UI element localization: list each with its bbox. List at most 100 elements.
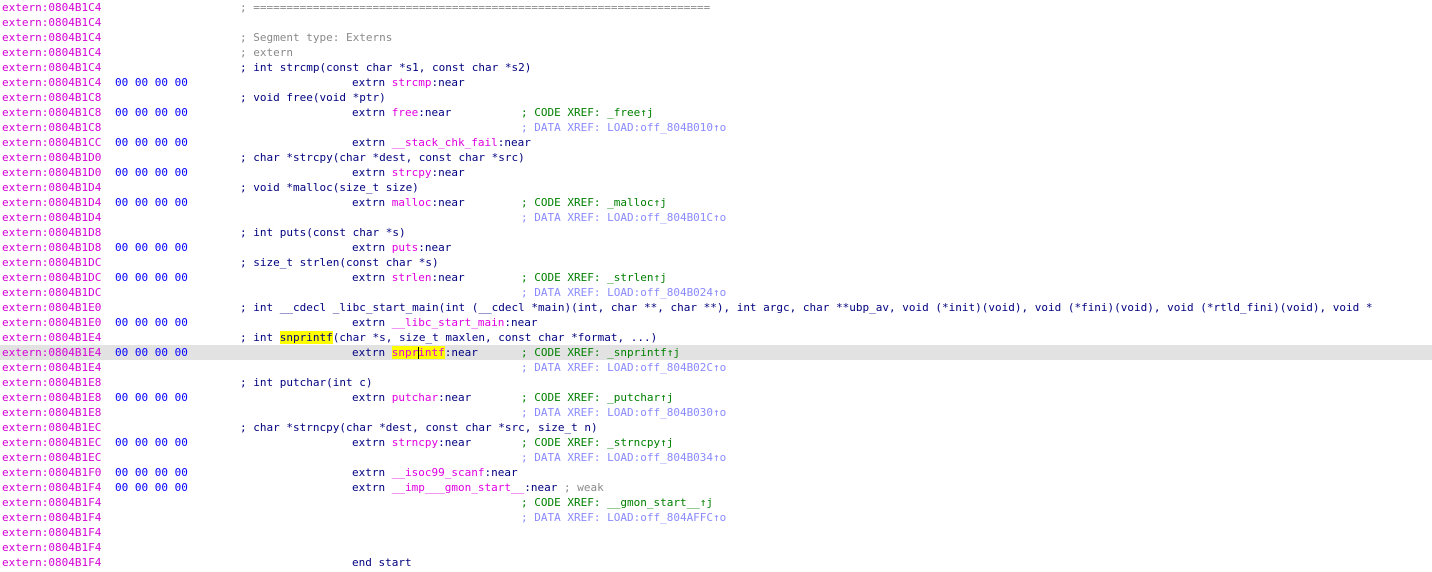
data-xref[interactable]: ; DATA XREF: LOAD:off_804B030↑o (521, 405, 726, 420)
data-xref[interactable]: ; DATA XREF: LOAD:off_804B02C↑o (521, 360, 726, 375)
declaration-strncpy: ; char *strncpy(char *dest, const char *… (240, 421, 598, 434)
listing-line[interactable]: extern:0804B1F4 (0, 525, 1432, 540)
listing-line[interactable]: extern:0804B1C4 (0, 15, 1432, 30)
listing-line[interactable]: extern:0804B1E0 00 00 00 00 extrn __libc… (0, 315, 1432, 330)
symbol-snprintf[interactable]: snprintf (391, 346, 445, 359)
listing-line[interactable]: extern:0804B1C4 ; int strcmp(const char … (0, 60, 1432, 75)
listing-line[interactable]: extern:0804B1C8 ; DATA XREF: LOAD:off_80… (0, 120, 1432, 135)
line-address: extern:0804B1F4 (2, 496, 102, 509)
line-bytes: 00 00 00 00 (115, 481, 188, 494)
symbol-libc-start-main[interactable]: __libc_start_main (392, 316, 505, 329)
listing-line[interactable]: extern:0804B1F4 00 00 00 00 extrn __imp_… (0, 480, 1432, 495)
listing-line[interactable]: extern:0804B1EC 00 00 00 00 extrn strncp… (0, 435, 1432, 450)
listing-line[interactable]: extern:0804B1CC 00 00 00 00 extrn __stac… (0, 135, 1432, 150)
listing-line[interactable]: extern:0804B1E4 ; int snprintf(char *s, … (0, 330, 1432, 345)
symbol-gmon-start[interactable]: __imp___gmon_start__ (392, 481, 524, 494)
listing-line[interactable]: extern:0804B1F4 ; DATA XREF: LOAD:off_80… (0, 510, 1432, 525)
symbol-malloc[interactable]: malloc (392, 196, 432, 209)
line-address: extern:0804B1D0 (2, 166, 102, 179)
listing-line[interactable]: extern:0804B1DC ; size_t strlen(const ch… (0, 255, 1432, 270)
highlighted-snprintf[interactable]: snprintf (279, 331, 333, 344)
listing-line[interactable]: extern:0804B1E0 ; int __cdecl _libc_star… (0, 300, 1432, 315)
listing-line[interactable]: extern:0804B1C4 ; ======================… (0, 0, 1432, 15)
declaration-strcmp: ; int strcmp(const char *s1, const char … (240, 61, 532, 74)
line-bytes: 00 00 00 00 (115, 436, 188, 449)
data-xref[interactable]: ; DATA XREF: LOAD:off_804B034↑o (521, 450, 726, 465)
listing-line[interactable]: extern:0804B1F4 (0, 540, 1432, 555)
listing-line[interactable]: extern:0804B1F4 end start (0, 555, 1432, 570)
listing-line[interactable]: extern:0804B1D0 ; char *strcpy(char *des… (0, 150, 1432, 165)
line-bytes: 00 00 00 00 (115, 241, 188, 254)
separator-comment: ; ======================================… (240, 1, 711, 14)
end-directive: end start (352, 556, 412, 569)
listing-line[interactable]: extern:0804B1DC ; DATA XREF: LOAD:off_80… (0, 285, 1432, 300)
listing-line[interactable]: extern:0804B1C8 ; void free(void *ptr) (0, 90, 1432, 105)
listing-line[interactable]: extern:0804B1C8 00 00 00 00 extrn free:n… (0, 105, 1432, 120)
listing-line[interactable]: extern:0804B1C4 ; extern (0, 45, 1432, 60)
declaration-strcpy: ; char *strcpy(char *dest, const char *s… (240, 151, 525, 164)
data-xref[interactable]: ; DATA XREF: LOAD:off_804B024↑o (521, 285, 726, 300)
disassembly-listing[interactable]: extern:0804B1C4 ; ======================… (0, 0, 1432, 572)
line-address: extern:0804B1DC (2, 286, 102, 299)
segment-type-comment: ; Segment type: Externs (240, 31, 393, 44)
listing-line[interactable]: extern:0804B1F0 00 00 00 00 extrn __isoc… (0, 465, 1432, 480)
line-address: extern:0804B1C4 (2, 61, 102, 74)
symbol-puts[interactable]: puts (392, 241, 419, 254)
listing-line[interactable]: extern:0804B1D8 ; int puts(const char *s… (0, 225, 1432, 240)
symbol-putchar[interactable]: putchar (392, 391, 438, 404)
listing-line[interactable]: extern:0804B1EC ; char *strncpy(char *de… (0, 420, 1432, 435)
listing-line[interactable]: extern:0804B1D4 ; void *malloc(size_t si… (0, 180, 1432, 195)
extrn-instruction: extrn snprintf:near (352, 346, 478, 359)
listing-line[interactable]: extern:0804B1E8 ; int putchar(int c) (0, 375, 1432, 390)
symbol-stack-chk-fail[interactable]: __stack_chk_fail (392, 136, 498, 149)
data-xref[interactable]: ; DATA XREF: LOAD:off_804B01C↑o (521, 210, 726, 225)
extrn-instruction: extrn __isoc99_scanf:near (352, 466, 518, 479)
line-address: extern:0804B1F0 (2, 466, 102, 479)
listing-line[interactable]: extern:0804B1C4 ; Segment type: Externs (0, 30, 1432, 45)
listing-line[interactable]: extern:0804B1D0 00 00 00 00 extrn strcpy… (0, 165, 1432, 180)
extrn-instruction: extrn __libc_start_main:near (352, 316, 538, 329)
code-xref[interactable]: ; CODE XREF: _strncpy↑j (521, 435, 673, 450)
line-address: extern:0804B1EC (2, 436, 102, 449)
line-bytes: 00 00 00 00 (115, 316, 188, 329)
data-xref[interactable]: ; DATA XREF: LOAD:off_804AFFC↑o (521, 510, 726, 525)
line-bytes: 00 00 00 00 (115, 271, 188, 284)
line-address: extern:0804B1E8 (2, 391, 102, 404)
code-xref[interactable]: ; CODE XREF: __gmon_start__↑j (521, 495, 713, 510)
listing-line-selected[interactable]: extern:0804B1E4 00 00 00 00 extrn snprin… (0, 345, 1432, 360)
listing-line[interactable]: extern:0804B1D8 00 00 00 00 extrn puts:n… (0, 240, 1432, 255)
listing-line[interactable]: extern:0804B1D4 00 00 00 00 extrn malloc… (0, 195, 1432, 210)
symbol-strcpy[interactable]: strcpy (392, 166, 432, 179)
extrn-instruction: extrn strlen:near (352, 271, 465, 284)
line-address: extern:0804B1D4 (2, 211, 102, 224)
listing-line[interactable]: extern:0804B1EC ; DATA XREF: LOAD:off_80… (0, 450, 1432, 465)
symbol-strlen[interactable]: strlen (392, 271, 432, 284)
line-address: extern:0804B1E0 (2, 301, 102, 314)
code-xref[interactable]: ; CODE XREF: _malloc↑j (521, 195, 667, 210)
symbol-strncpy[interactable]: strncpy (392, 436, 438, 449)
code-xref[interactable]: ; CODE XREF: _strlen↑j (521, 270, 667, 285)
declaration-strlen: ; size_t strlen(const char *s) (240, 256, 439, 269)
symbol-free[interactable]: free (392, 106, 419, 119)
line-address: extern:0804B1C8 (2, 91, 102, 104)
declaration-malloc: ; void *malloc(size_t size) (240, 181, 419, 194)
symbol-isoc99-scanf[interactable]: __isoc99_scanf (392, 466, 485, 479)
declaration-free: ; void free(void *ptr) (240, 91, 386, 104)
line-bytes: 00 00 00 00 (115, 196, 188, 209)
code-xref[interactable]: ; CODE XREF: _free↑j (521, 105, 653, 120)
line-bytes: 00 00 00 00 (115, 106, 188, 119)
listing-line[interactable]: extern:0804B1C4 00 00 00 00 extrn strcmp… (0, 75, 1432, 90)
listing-line[interactable]: extern:0804B1E8 ; DATA XREF: LOAD:off_80… (0, 405, 1432, 420)
listing-line[interactable]: extern:0804B1E8 00 00 00 00 extrn putcha… (0, 390, 1432, 405)
listing-line[interactable]: extern:0804B1E4 ; DATA XREF: LOAD:off_80… (0, 360, 1432, 375)
declaration-puts: ; int puts(const char *s) (240, 226, 406, 239)
listing-line[interactable]: extern:0804B1F4 ; CODE XREF: __gmon_star… (0, 495, 1432, 510)
symbol-strcmp[interactable]: strcmp (392, 76, 432, 89)
data-xref[interactable]: ; DATA XREF: LOAD:off_804B010↑o (521, 120, 726, 135)
code-xref[interactable]: ; CODE XREF: _putchar↑j (521, 390, 673, 405)
weak-comment: ; weak (563, 481, 604, 494)
line-address: extern:0804B1C4 (2, 31, 102, 44)
listing-line[interactable]: extern:0804B1D4 ; DATA XREF: LOAD:off_80… (0, 210, 1432, 225)
code-xref[interactable]: ; CODE XREF: _snprintf↑j (521, 345, 680, 360)
listing-line[interactable]: extern:0804B1DC 00 00 00 00 extrn strlen… (0, 270, 1432, 285)
